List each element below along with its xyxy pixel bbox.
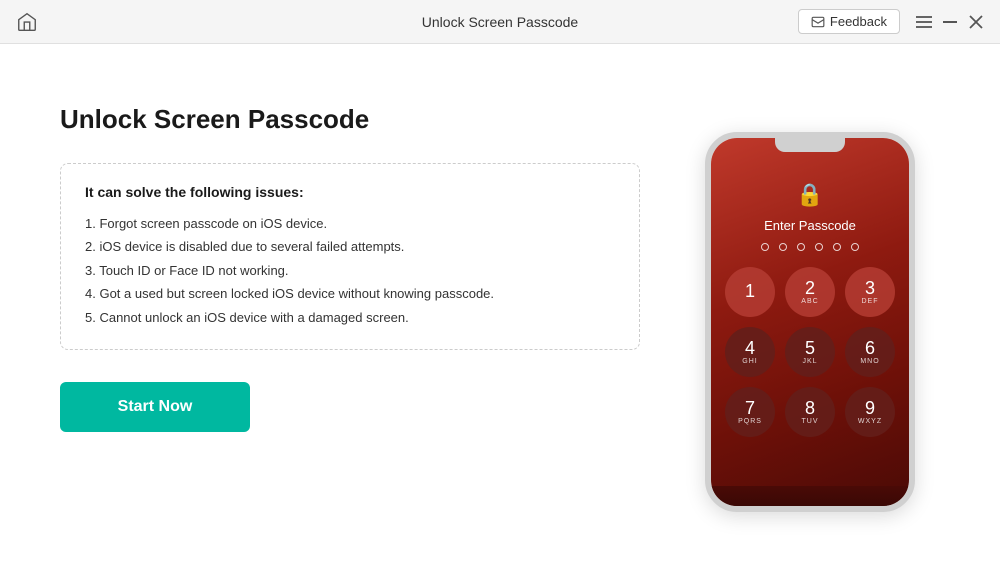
- num-btn-5[interactable]: 5 JKL: [785, 327, 835, 377]
- phone-notch: [775, 138, 845, 152]
- num-btn-9[interactable]: 9 WXYZ: [845, 387, 895, 437]
- passcode-dot: [761, 243, 769, 251]
- main-content: Unlock Screen Passcode It can solve the …: [0, 44, 1000, 580]
- list-item: 3. Touch ID or Face ID not working.: [85, 259, 615, 282]
- passcode-dots: [761, 243, 859, 251]
- window-controls: [916, 14, 984, 30]
- passcode-dot: [833, 243, 841, 251]
- app-title: Unlock Screen Passcode: [422, 14, 578, 30]
- num-btn-3[interactable]: 3 DEF: [845, 267, 895, 317]
- right-panel: 🔒 Enter Passcode 1: [680, 104, 940, 540]
- minimize-button[interactable]: [942, 14, 958, 30]
- feedback-label: Feedback: [830, 14, 887, 29]
- num-btn-4[interactable]: 4 GHI: [725, 327, 775, 377]
- num-btn-7[interactable]: 7 PQRS: [725, 387, 775, 437]
- phone-bottom-bar: [711, 486, 909, 506]
- phone-mockup: 🔒 Enter Passcode 1: [705, 132, 915, 512]
- page-title: Unlock Screen Passcode: [60, 104, 640, 135]
- feedback-icon: [811, 15, 825, 29]
- lock-icon: 🔒: [796, 182, 823, 208]
- passcode-dot: [797, 243, 805, 251]
- num-btn-1[interactable]: 1: [725, 267, 775, 317]
- home-icon[interactable]: [16, 11, 38, 33]
- left-panel: Unlock Screen Passcode It can solve the …: [60, 104, 680, 540]
- phone-screen: 🔒 Enter Passcode 1: [711, 138, 909, 506]
- list-item: 5. Cannot unlock an iOS device with a da…: [85, 306, 615, 329]
- enter-passcode-text: Enter Passcode: [764, 218, 856, 233]
- list-item: 2. iOS device is disabled due to several…: [85, 235, 615, 258]
- num-btn-8[interactable]: 8 TUV: [785, 387, 835, 437]
- list-item: 4. Got a used but screen locked iOS devi…: [85, 282, 615, 305]
- titlebar: Unlock Screen Passcode Feedback: [0, 0, 1000, 44]
- hamburger-button[interactable]: [916, 14, 932, 30]
- issues-list: 1. Forgot screen passcode on iOS device.…: [85, 212, 615, 329]
- passcode-dot: [779, 243, 787, 251]
- num-btn-6[interactable]: 6 MNO: [845, 327, 895, 377]
- close-button[interactable]: [968, 14, 984, 30]
- list-item: 1. Forgot screen passcode on iOS device.: [85, 212, 615, 235]
- num-btn-2[interactable]: 2 ABC: [785, 267, 835, 317]
- passcode-dot: [851, 243, 859, 251]
- titlebar-left: [16, 11, 38, 33]
- issues-box: It can solve the following issues: 1. Fo…: [60, 163, 640, 350]
- start-now-button[interactable]: Start Now: [60, 382, 250, 432]
- titlebar-right: Feedback: [798, 9, 984, 34]
- feedback-button[interactable]: Feedback: [798, 9, 900, 34]
- passcode-dot: [815, 243, 823, 251]
- issues-title: It can solve the following issues:: [85, 184, 615, 200]
- numpad: 1 2 ABC 3 DEF 4 GHI: [711, 267, 909, 437]
